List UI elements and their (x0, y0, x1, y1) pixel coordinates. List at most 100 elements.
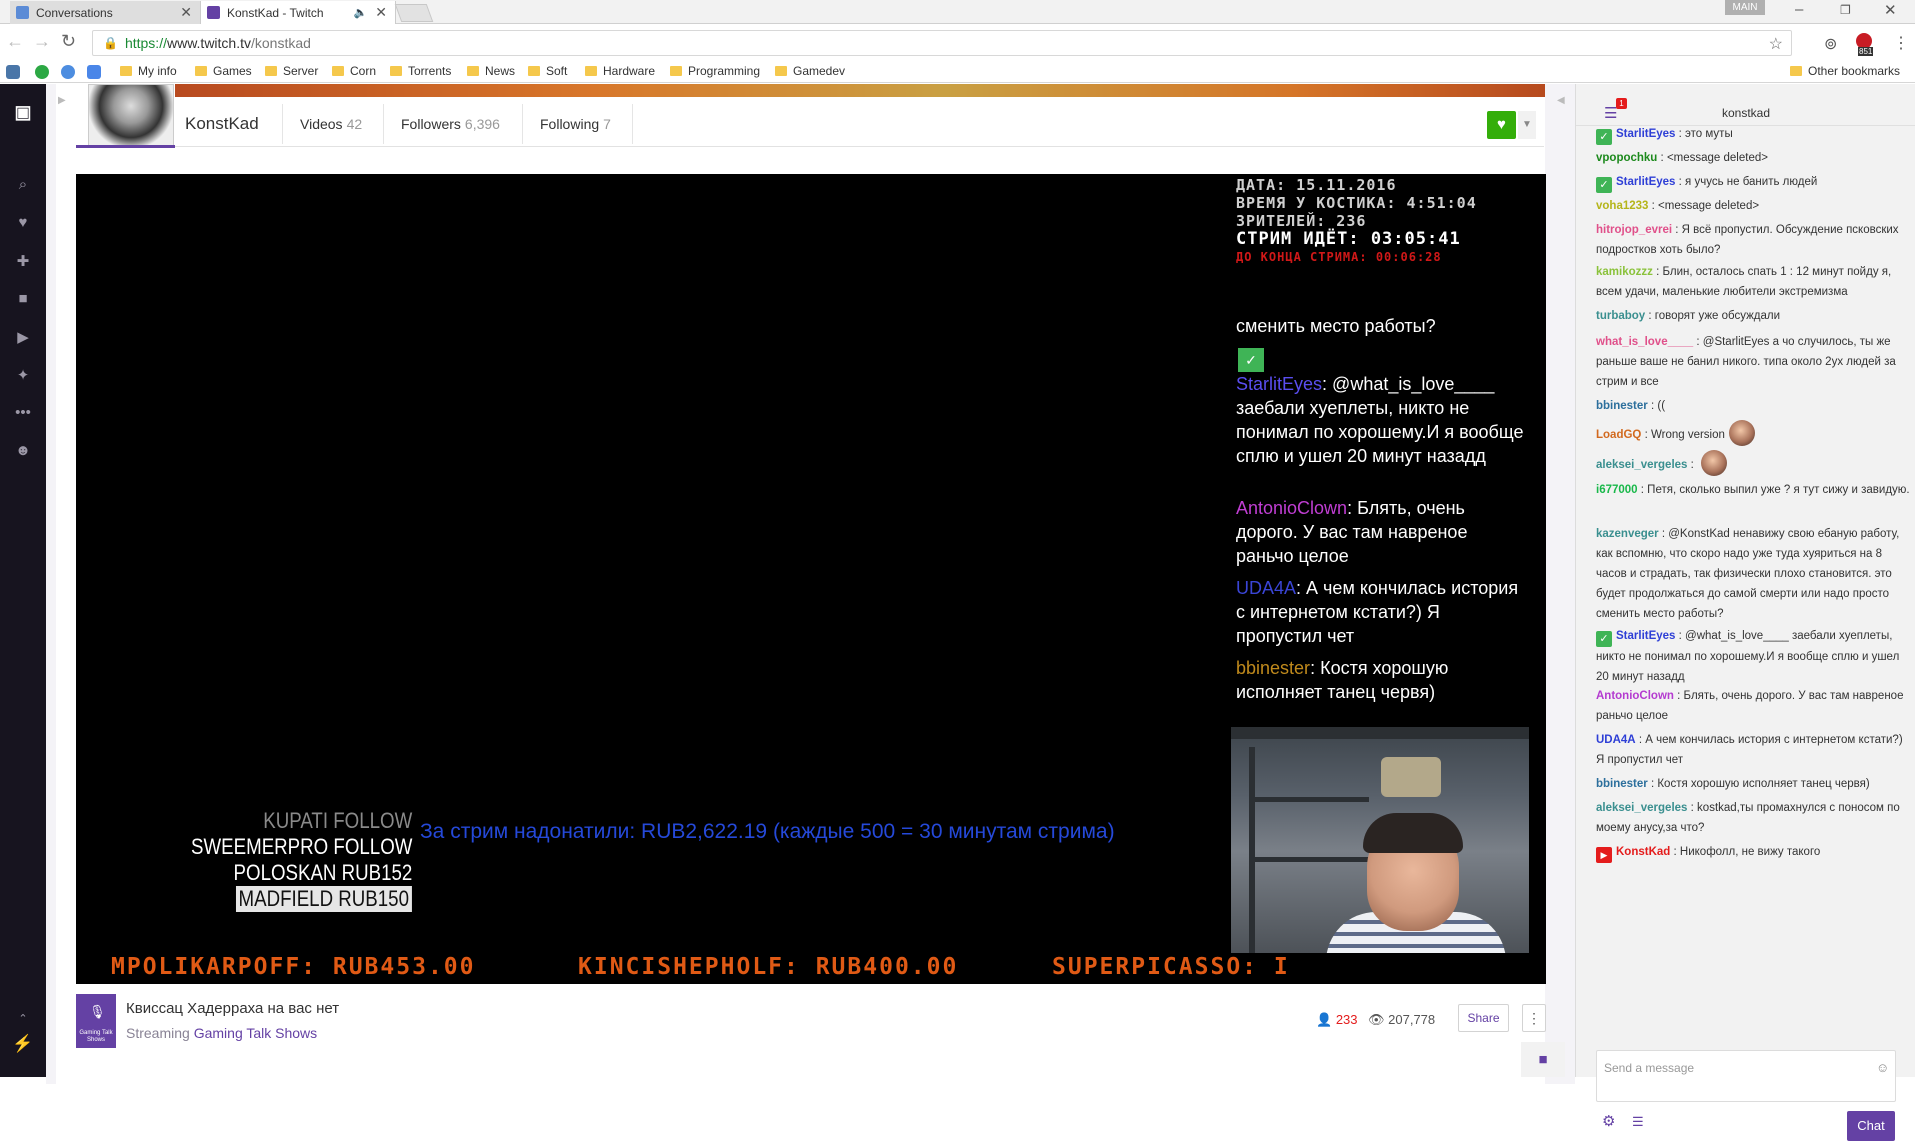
bookmark-label: Games (213, 64, 252, 78)
chat-username[interactable]: turbaboy (1596, 310, 1645, 322)
chat-text: я учусь не банить людей (1685, 176, 1818, 188)
follow-dropdown-button[interactable]: ▼ (1518, 111, 1536, 139)
reload-icon[interactable]: ↻ (61, 31, 76, 52)
tab-twitch[interactable]: KonstKad - Twitch 🔈 ✕ (200, 1, 396, 24)
play-icon[interactable]: ▶ (0, 328, 46, 346)
video-camera-icon[interactable]: ■ (0, 290, 46, 307)
folder-icon (1790, 66, 1802, 76)
chat-username[interactable]: what_is_love____ (1596, 336, 1693, 348)
bookmark-server[interactable]: Server (265, 64, 318, 78)
speaker-icon[interactable]: 🔈 (354, 6, 368, 19)
chat-username[interactable]: aleksei_vergeles (1596, 459, 1687, 471)
game-box-art[interactable]: 🎙 Gaming Talk Shows (76, 994, 116, 1048)
chat-message: ✓ StarlitEyes : я учусь не банить людей (1596, 172, 1914, 193)
new-tab-button[interactable] (394, 4, 434, 22)
bookmark-star-icon[interactable]: ☆ (1769, 34, 1783, 54)
more-options-button[interactable]: ⋮ (1522, 1004, 1546, 1032)
chat-message: ✓ StarlitEyes : это муты (1596, 124, 1914, 145)
chat-toggle-button[interactable]: ■ (1521, 1042, 1565, 1077)
share-icon[interactable] (61, 65, 75, 79)
bookmark-my-info[interactable]: My info (120, 64, 177, 78)
chat-username[interactable]: bbinester (1596, 778, 1648, 790)
chat-message-input[interactable]: Send a message (1596, 1050, 1896, 1102)
chat-text: @KonstKad ненавижу свою ебаную работу, к… (1596, 528, 1900, 620)
chat-username[interactable]: LoadGQ (1596, 429, 1641, 441)
vk-icon[interactable] (6, 65, 20, 79)
bookmark-programming[interactable]: Programming (670, 64, 760, 78)
chat-username[interactable]: kazenveger (1596, 528, 1659, 540)
video-player[interactable]: ДАТА: 15.11.2016 ВРЕМЯ У КОСТИКА: 4:51:0… (76, 174, 1546, 984)
address-bar[interactable]: 🔒 https:// www.twitch.tv /konstkad ☆ (92, 30, 1792, 56)
chat-username[interactable]: kamikozzz (1596, 266, 1653, 278)
tab-videos[interactable]: Videos 42 (300, 116, 362, 132)
moderator-badge-icon: ✓ (1596, 631, 1612, 647)
channel-name[interactable]: KonstKad (185, 114, 259, 134)
forward-icon[interactable]: → (33, 31, 51, 52)
tab-following[interactable]: Following 7 (540, 116, 611, 132)
whatsapp-icon[interactable] (35, 65, 49, 79)
collapse-icon[interactable]: ⌃ (0, 1012, 46, 1025)
friends-icon[interactable]: ☻ (0, 442, 46, 459)
gear-icon[interactable]: ⚙ (1602, 1112, 1615, 1130)
bookmark-gamedev[interactable]: Gamedev (775, 64, 845, 78)
chat-username[interactable]: UDA4A (1596, 734, 1636, 746)
bookmark-games[interactable]: Games (195, 64, 252, 78)
games-icon[interactable]: ✚ (0, 252, 46, 270)
back-icon[interactable]: ← (6, 31, 24, 52)
browser-menu-icon[interactable]: ⋮ (1893, 33, 1909, 53)
restore-icon[interactable]: ❐ (1840, 3, 1851, 17)
chat-username[interactable]: StarlitEyes (1616, 176, 1675, 188)
eye-icon: 👁 (1368, 1012, 1385, 1027)
close-icon[interactable]: ✕ (375, 4, 387, 21)
bookmark-hardware[interactable]: Hardware (585, 64, 655, 78)
expand-left-icon[interactable]: ▶ (58, 95, 66, 106)
translate-icon[interactable] (87, 65, 101, 79)
category-link[interactable]: Gaming Talk Shows (194, 1025, 317, 1041)
chat-username[interactable]: StarlitEyes (1616, 630, 1675, 642)
donor-amount: RUB150 (338, 886, 410, 911)
emote-picker-icon[interactable]: ☺ (1876, 1060, 1889, 1075)
bookmark-other[interactable]: Other bookmarks (1790, 64, 1900, 78)
chat-username[interactable]: vpopochku (1596, 152, 1657, 164)
tab-followers[interactable]: Followers 6,396 (401, 116, 500, 132)
tab-conversations[interactable]: Conversations ✕ (10, 1, 200, 24)
minimize-icon[interactable]: – (1795, 1, 1803, 18)
chat-username[interactable]: bbinester (1596, 400, 1648, 412)
chat-username[interactable]: i677000 (1596, 484, 1638, 496)
viewer-list-icon[interactable]: ☰ (1632, 1114, 1644, 1130)
bookmark-torrents[interactable]: Torrents (390, 64, 451, 78)
chat-text: Костя хорошую исполняет танец червя) (1657, 778, 1870, 790)
search-icon[interactable]: ⌕ (0, 176, 46, 193)
bookmark-soft[interactable]: Soft (528, 64, 567, 78)
twitch-logo-icon[interactable]: ▣ (0, 102, 46, 123)
page-gutter (46, 84, 56, 1084)
more-icon[interactable]: ••• (0, 404, 46, 421)
bookmark-news[interactable]: News (467, 64, 515, 78)
share-button[interactable]: Share (1458, 1004, 1509, 1032)
extension-icon[interactable]: ⊚ (1824, 34, 1837, 54)
chat-username[interactable]: hitrojop_evrei (1596, 224, 1672, 236)
sparkle-icon[interactable]: ✦ (0, 366, 46, 384)
chat-username[interactable]: AntonioClown (1596, 690, 1674, 702)
page-gutter (1545, 84, 1575, 1084)
shelf (1231, 727, 1529, 739)
expand-right-icon[interactable]: ◀ (1557, 95, 1565, 106)
tab-count: 7 (603, 116, 611, 132)
send-chat-button[interactable]: Chat (1847, 1111, 1895, 1141)
active-tab-indicator (76, 145, 175, 148)
chat-username[interactable]: StarlitEyes (1616, 128, 1675, 140)
webcam-object (1381, 757, 1441, 797)
chat-username[interactable]: aleksei_vergeles (1596, 802, 1687, 814)
follow-button[interactable]: ♥ (1487, 111, 1516, 139)
prime-lightning-icon[interactable]: ⚡ (0, 1034, 46, 1054)
heart-icon[interactable]: ♥ (0, 214, 46, 231)
channel-avatar[interactable] (88, 84, 174, 146)
close-window-icon[interactable]: ✕ (1884, 1, 1897, 19)
profile-badge[interactable]: MAIN (1725, 0, 1765, 15)
info-uptime: СТРИМ ИДЁТ: 03:05:41 (1236, 229, 1461, 249)
bookmark-corn[interactable]: Corn (332, 64, 376, 78)
chat-username[interactable]: voha1233 (1596, 200, 1648, 212)
shelf (1249, 797, 1369, 802)
chat-username[interactable]: KonstKad (1616, 846, 1670, 858)
close-icon[interactable]: ✕ (180, 4, 192, 21)
